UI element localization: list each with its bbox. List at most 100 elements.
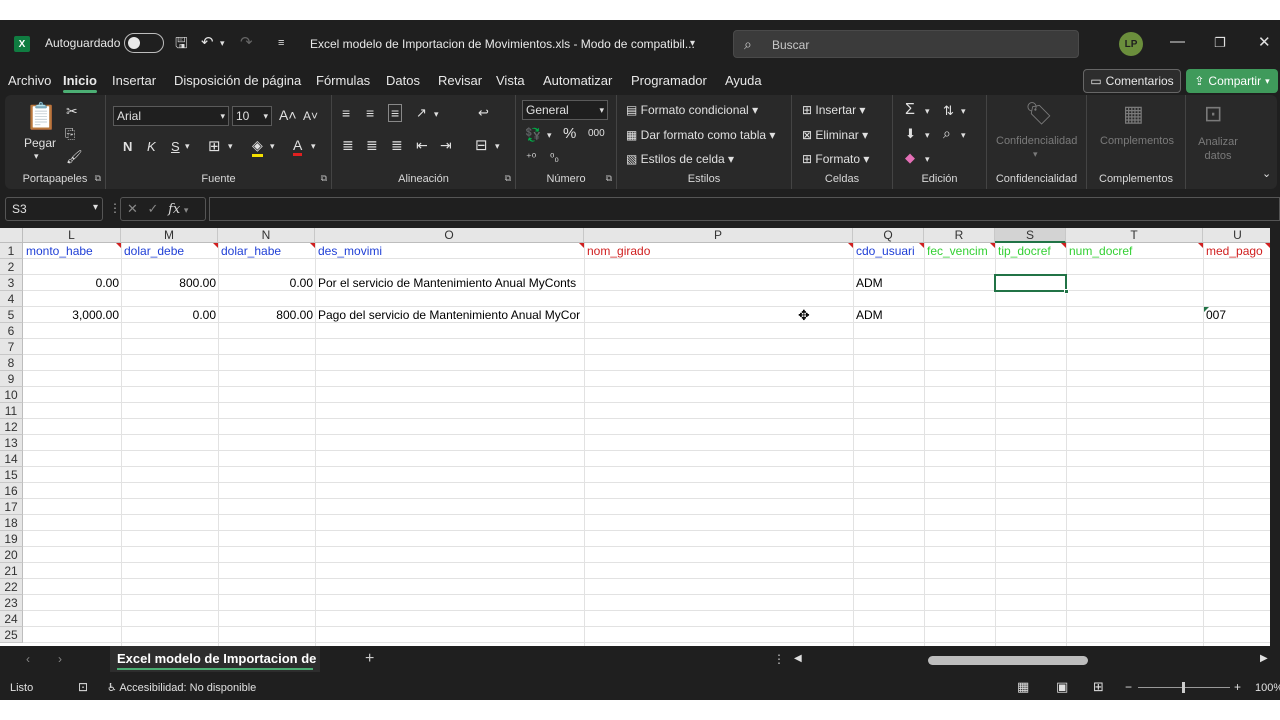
paste-icon[interactable]: 📋	[25, 101, 57, 132]
error-indicator[interactable]	[1204, 307, 1209, 312]
find-dropdown-icon[interactable]: ▾	[961, 130, 966, 141]
row-header[interactable]: 23	[0, 595, 23, 611]
find-icon[interactable]: ⌕	[943, 125, 951, 142]
fill-dropdown-icon[interactable]: ▾	[925, 130, 930, 141]
row-header[interactable]: 19	[0, 531, 23, 547]
underline-dropdown-icon[interactable]: ▾	[185, 141, 190, 152]
tab-vista[interactable]: Vista	[496, 73, 525, 88]
cell-M3[interactable]: 800.00	[121, 275, 216, 291]
zoom-in-icon[interactable]: +	[1234, 680, 1241, 694]
formula-input[interactable]	[209, 197, 1280, 221]
row-header[interactable]: 3	[0, 275, 23, 291]
row-header[interactable]: 13	[0, 435, 23, 451]
cell-N1[interactable]: dolar_habe	[221, 243, 314, 259]
cell-U1[interactable]: med_pago	[1206, 243, 1270, 259]
italic-button[interactable]: K	[147, 139, 156, 154]
cell-T1[interactable]: num_docref	[1069, 243, 1202, 259]
insert-cells-button[interactable]: ⊞ Insertar ▾	[802, 103, 865, 117]
next-sheet-icon[interactable]: ›	[58, 652, 62, 666]
normal-view-icon[interactable]: ▦	[1017, 679, 1029, 695]
row-header[interactable]: 21	[0, 563, 23, 579]
row-header[interactable]: 20	[0, 547, 23, 563]
cell-N3[interactable]: 0.00	[218, 275, 313, 291]
sheet-tab[interactable]: Excel modelo de Importacion de	[110, 646, 320, 672]
cell-styles-button[interactable]: ▧ Estilos de celda ▾	[626, 152, 734, 166]
wrap-text-icon[interactable]: ↩	[478, 105, 489, 121]
format-cells-button[interactable]: ⊞ Formato ▾	[802, 152, 869, 166]
format-as-table-button[interactable]: ▦ Dar formato como tabla ▾	[626, 128, 775, 142]
tab-programador[interactable]: Programador	[631, 73, 707, 88]
tab-formulas[interactable]: Fórmulas	[316, 73, 370, 88]
accessibility-status[interactable]: ♿ Accesibilidad: No disponible	[107, 681, 256, 694]
comment-indicator[interactable]	[116, 243, 121, 248]
row-header[interactable]: 1	[0, 243, 23, 259]
copy-icon[interactable]: ⎘	[65, 126, 75, 142]
scroll-right-icon[interactable]: ▶	[1260, 653, 1268, 664]
name-box[interactable]: S3 ▾	[5, 197, 103, 221]
tab-datos[interactable]: Datos	[386, 73, 420, 88]
cell-M1[interactable]: dolar_debe	[124, 243, 217, 259]
percent-button[interactable]: %	[563, 125, 576, 142]
cell-Q1[interactable]: cdo_usuari	[856, 243, 923, 259]
row-header[interactable]: 16	[0, 483, 23, 499]
cell-O5[interactable]: Pago del servicio de Mantenimiento Anual…	[318, 307, 583, 323]
sort-dropdown-icon[interactable]: ▾	[961, 106, 966, 117]
cell-L3[interactable]: 0.00	[23, 275, 119, 291]
search-box[interactable]: ⌕ Buscar	[733, 30, 1079, 58]
comment-indicator[interactable]	[1061, 243, 1066, 248]
comment-indicator[interactable]	[310, 243, 315, 248]
share-button[interactable]: ⇪ Compartir ▾	[1186, 69, 1278, 93]
undo-dropdown-icon[interactable]: ▾	[220, 38, 225, 49]
cell-L5[interactable]: 3,000.00	[23, 307, 119, 323]
font-size-select[interactable]: 10 ▾	[232, 106, 272, 126]
autosum-dropdown-icon[interactable]: ▾	[925, 106, 930, 117]
row-header[interactable]: 25	[0, 627, 23, 643]
addins-button[interactable]: Complementos	[1100, 135, 1174, 147]
customize-toolbar-icon[interactable]: ≡	[278, 37, 284, 49]
row-header[interactable]: 22	[0, 579, 23, 595]
row-header[interactable]: 18	[0, 515, 23, 531]
column-header-U[interactable]: U	[1203, 228, 1270, 243]
increase-indent-icon[interactable]: ⇥	[440, 137, 452, 154]
comments-button[interactable]: ▭ Comentarios	[1083, 69, 1181, 93]
comment-indicator[interactable]	[919, 243, 924, 248]
sort-filter-icon[interactable]: ⇅	[943, 103, 954, 119]
row-header[interactable]: 2	[0, 259, 23, 275]
row-header[interactable]: 12	[0, 419, 23, 435]
row-header[interactable]: 24	[0, 611, 23, 627]
comment-indicator[interactable]	[848, 243, 853, 248]
font-color-dropdown-icon[interactable]: ▾	[311, 141, 316, 152]
scroll-left-icon[interactable]: ◀	[794, 653, 802, 664]
font-name-select[interactable]: Arial ▾	[113, 106, 229, 126]
font-launcher-icon[interactable]: ⧉	[321, 173, 327, 184]
cell-M5[interactable]: 0.00	[121, 307, 216, 323]
page-break-icon[interactable]: ⊞	[1093, 679, 1104, 695]
increase-decimal-icon[interactable]: ⁺⁰	[526, 151, 536, 164]
fill-handle[interactable]	[1064, 289, 1069, 294]
close-icon[interactable]: ✕	[1258, 33, 1271, 51]
row-header[interactable]: 10	[0, 387, 23, 403]
row-header[interactable]: 4	[0, 291, 23, 307]
currency-icon[interactable]: 💱	[525, 127, 541, 143]
cell-S1[interactable]: tip_docref	[998, 243, 1065, 259]
add-sheet-icon[interactable]: +	[365, 650, 374, 668]
cell-O1[interactable]: des_movimi	[318, 243, 583, 259]
align-bottom-icon[interactable]: ≡	[388, 104, 403, 122]
orientation-dropdown-icon[interactable]: ▾	[434, 109, 439, 120]
align-top-icon[interactable]: ≡	[342, 105, 350, 121]
cell-N5[interactable]: 800.00	[218, 307, 313, 323]
row-header[interactable]: 5	[0, 307, 23, 323]
row-header[interactable]: 6	[0, 323, 23, 339]
row-header[interactable]: 15	[0, 467, 23, 483]
selected-cell-S3[interactable]	[994, 274, 1069, 294]
paste-button[interactable]: Pegar	[24, 136, 56, 150]
column-header-N[interactable]: N	[218, 228, 315, 243]
macro-record-icon[interactable]: ⊡	[78, 680, 88, 694]
column-header-M[interactable]: M	[121, 228, 218, 243]
decrease-indent-icon[interactable]: ⇤	[416, 137, 428, 154]
clipboard-launcher-icon[interactable]: ⧉	[95, 173, 101, 184]
number-launcher-icon[interactable]: ⧉	[606, 173, 612, 184]
document-title[interactable]: Excel modelo de Importacion de Movimient…	[310, 37, 695, 51]
borders-icon[interactable]: ⊞	[208, 137, 221, 155]
row-header[interactable]: 14	[0, 451, 23, 467]
